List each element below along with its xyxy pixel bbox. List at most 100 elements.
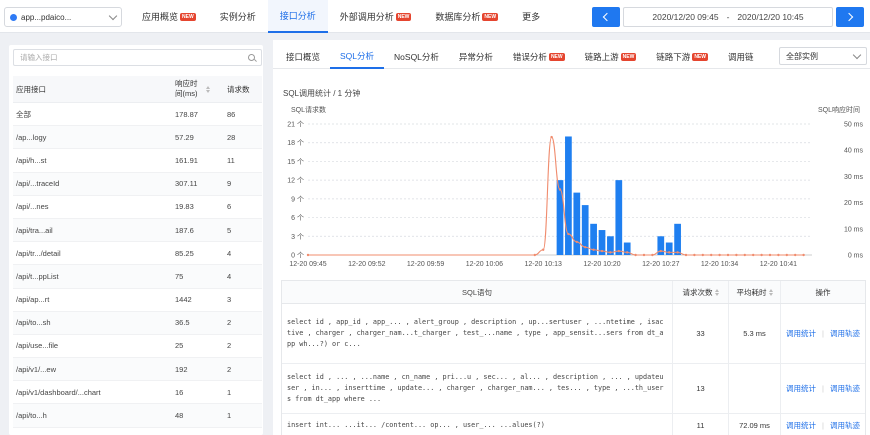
call-trace-link[interactable]: 调用轨迹 — [830, 328, 860, 339]
nav-item-4[interactable]: 数据库分析 NEW — [423, 0, 510, 33]
time-prev-button[interactable] — [592, 7, 620, 27]
response-time: 161.91 — [175, 155, 198, 165]
line-point — [651, 253, 654, 257]
left-axis-label: SQL请求数 — [291, 105, 326, 114]
request-count: 9 — [227, 179, 232, 189]
request-count: 3 — [227, 295, 232, 305]
line-point — [718, 253, 721, 257]
response-time: 85.25 — [175, 248, 194, 258]
call-stats-link[interactable]: 调用统计 — [786, 328, 816, 339]
table-row[interactable]: /api/h...st 161.91 11 — [13, 149, 262, 173]
nav-item-1[interactable]: 实例分析 — [208, 0, 268, 33]
sql-table-header: SQL语句 请求次数 平均耗时 操作 — [282, 281, 865, 304]
search-icon[interactable] — [248, 54, 255, 61]
col-response-time-label: 响应时间(ms) — [175, 79, 198, 98]
nav-item-label: 外部调用分析 — [339, 12, 394, 22]
interface-name: /api/...nes — [16, 202, 49, 212]
y-left-tick: 3 个 — [291, 233, 304, 241]
interface-search — [13, 49, 262, 66]
table-row[interactable]: /api/to...h 48 1 — [13, 404, 262, 428]
analysis-panel: 接口概览 SQL分析 NoSQL分析 异常分析 错误分析 NEW 链路上游 NEW 链路下游 NE… — [273, 40, 870, 435]
tab-4[interactable]: 错误分析 NEW — [503, 44, 575, 69]
new-badge: NEW — [180, 12, 196, 21]
y-left-tick: 0 个 — [291, 252, 304, 260]
chart-bar[interactable] — [565, 136, 572, 255]
tab-0[interactable]: 接口概览 — [276, 44, 330, 69]
interface-table-body: 全部 178.87 86/ap...logy 57.29 28/api/h...st 16… — [13, 103, 262, 428]
interface-search-input[interactable] — [20, 53, 248, 62]
response-time: 57.29 — [175, 132, 194, 142]
col-count[interactable]: 请求次数 — [673, 281, 729, 303]
tab-7[interactable]: 调用链 — [718, 44, 764, 69]
line-point — [777, 253, 780, 257]
table-row[interactable]: /api/to...sh 36.5 2 — [13, 311, 262, 335]
sort-icon[interactable] — [768, 288, 773, 296]
table-row[interactable]: /api/...nes 19.83 6 — [13, 196, 262, 219]
table-row[interactable]: /api/v1/...ew 192 2 — [13, 358, 262, 382]
interface-name: /ap...logy — [16, 132, 47, 142]
time-range-picker[interactable]: 2020/12/20 09:45 - 2020/12/20 10:45 — [623, 7, 833, 27]
table-row[interactable]: /api/tra...ail 187.6 5 — [13, 218, 262, 243]
line-point — [626, 251, 629, 254]
y-right-tick: 50 ms — [844, 122, 864, 129]
table-row[interactable]: /api/v1/dashboard/...chart 16 1 — [13, 381, 262, 405]
table-row[interactable]: /api/ap...rt 1442 3 — [13, 289, 262, 312]
time-end: 2020/12/20 10:45 — [737, 12, 804, 22]
sql-statement: select id , ... , ...name , cn_name , pr… — [282, 364, 673, 413]
call-trace-link[interactable]: 调用轨迹 — [830, 383, 860, 394]
line-point — [306, 253, 310, 257]
table-row[interactable]: 全部 178.87 86 — [13, 103, 262, 127]
table-row[interactable]: /api/...traceId 307.11 9 — [13, 172, 262, 196]
nav-item-3[interactable]: 外部调用分析 NEW — [328, 0, 424, 33]
response-time: 25 — [175, 341, 184, 351]
request-count: 2 — [227, 364, 232, 374]
sql-avg-time — [729, 364, 781, 413]
tab-1[interactable]: SQL分析 — [330, 44, 385, 69]
sql-statement: insert int... ...it... /content... op...… — [282, 414, 673, 435]
call-stats-link[interactable]: 调用统计 — [786, 420, 816, 431]
call-trace-link[interactable]: 调用轨迹 — [830, 420, 860, 431]
interface-name: /api/...traceId — [16, 179, 60, 189]
line-point — [760, 253, 763, 257]
line-point — [642, 253, 646, 257]
line-point — [575, 240, 578, 244]
nav-item-label: 实例分析 — [219, 12, 256, 22]
line-point — [558, 188, 562, 191]
line-point — [794, 253, 797, 257]
table-row[interactable]: /api/t...ppList 75 4 — [13, 265, 262, 289]
nav-item-2[interactable]: 接口分析 — [267, 0, 328, 33]
interface-name: /api/tra...ail — [16, 225, 53, 235]
sql-actions: 调用统计 | 调用轨迹 — [781, 420, 865, 431]
tab-5[interactable]: 链路上游 NEW — [575, 44, 647, 69]
sort-icon[interactable] — [714, 288, 719, 296]
chart-bar[interactable] — [674, 223, 681, 255]
tab-3[interactable]: 异常分析 — [449, 44, 503, 69]
tab-2[interactable]: NoSQL分析 — [384, 44, 449, 69]
interface-table: 应用接口 响应时间(ms) 请求数 全部 178.87 86/ap...logy 57… — [13, 76, 262, 428]
y-right-tick: 30 ms — [844, 174, 864, 181]
col-avg-time[interactable]: 平均耗时 — [729, 281, 781, 303]
sort-icon[interactable] — [206, 85, 210, 93]
line-point — [600, 249, 604, 253]
app-select[interactable]: app...pdaico... — [4, 7, 122, 27]
tab-6[interactable]: 链路下游 NEW — [646, 44, 718, 69]
nav-item-0[interactable]: 应用概览 NEW — [130, 0, 208, 33]
request-count: 1 — [227, 411, 232, 421]
col-response-time[interactable]: 响应时间(ms) — [171, 79, 221, 99]
instance-select[interactable]: 全部实例 — [779, 47, 867, 65]
table-row[interactable]: /api/tr.../detail 85.25 4 — [13, 242, 262, 266]
sql-avg-time: 72.09 ms — [729, 414, 781, 435]
chart-bar[interactable] — [556, 180, 564, 255]
chart-bar[interactable] — [615, 180, 623, 255]
response-time: 1442 — [175, 295, 192, 305]
call-stats-link[interactable]: 调用统计 — [786, 383, 816, 394]
request-count: 86 — [227, 109, 236, 119]
chart-bar[interactable] — [573, 192, 581, 255]
x-tick: 12-20 09:59 — [407, 261, 444, 268]
interface-name: /api/h...st — [16, 155, 47, 165]
nav-item-5[interactable]: 更多 — [510, 0, 552, 33]
table-row[interactable]: /ap...logy 57.29 28 — [13, 126, 262, 150]
instance-select-value: 全部实例 — [786, 51, 818, 61]
table-row[interactable]: /api/use...file 25 2 — [13, 335, 262, 359]
time-next-button[interactable] — [836, 7, 864, 27]
